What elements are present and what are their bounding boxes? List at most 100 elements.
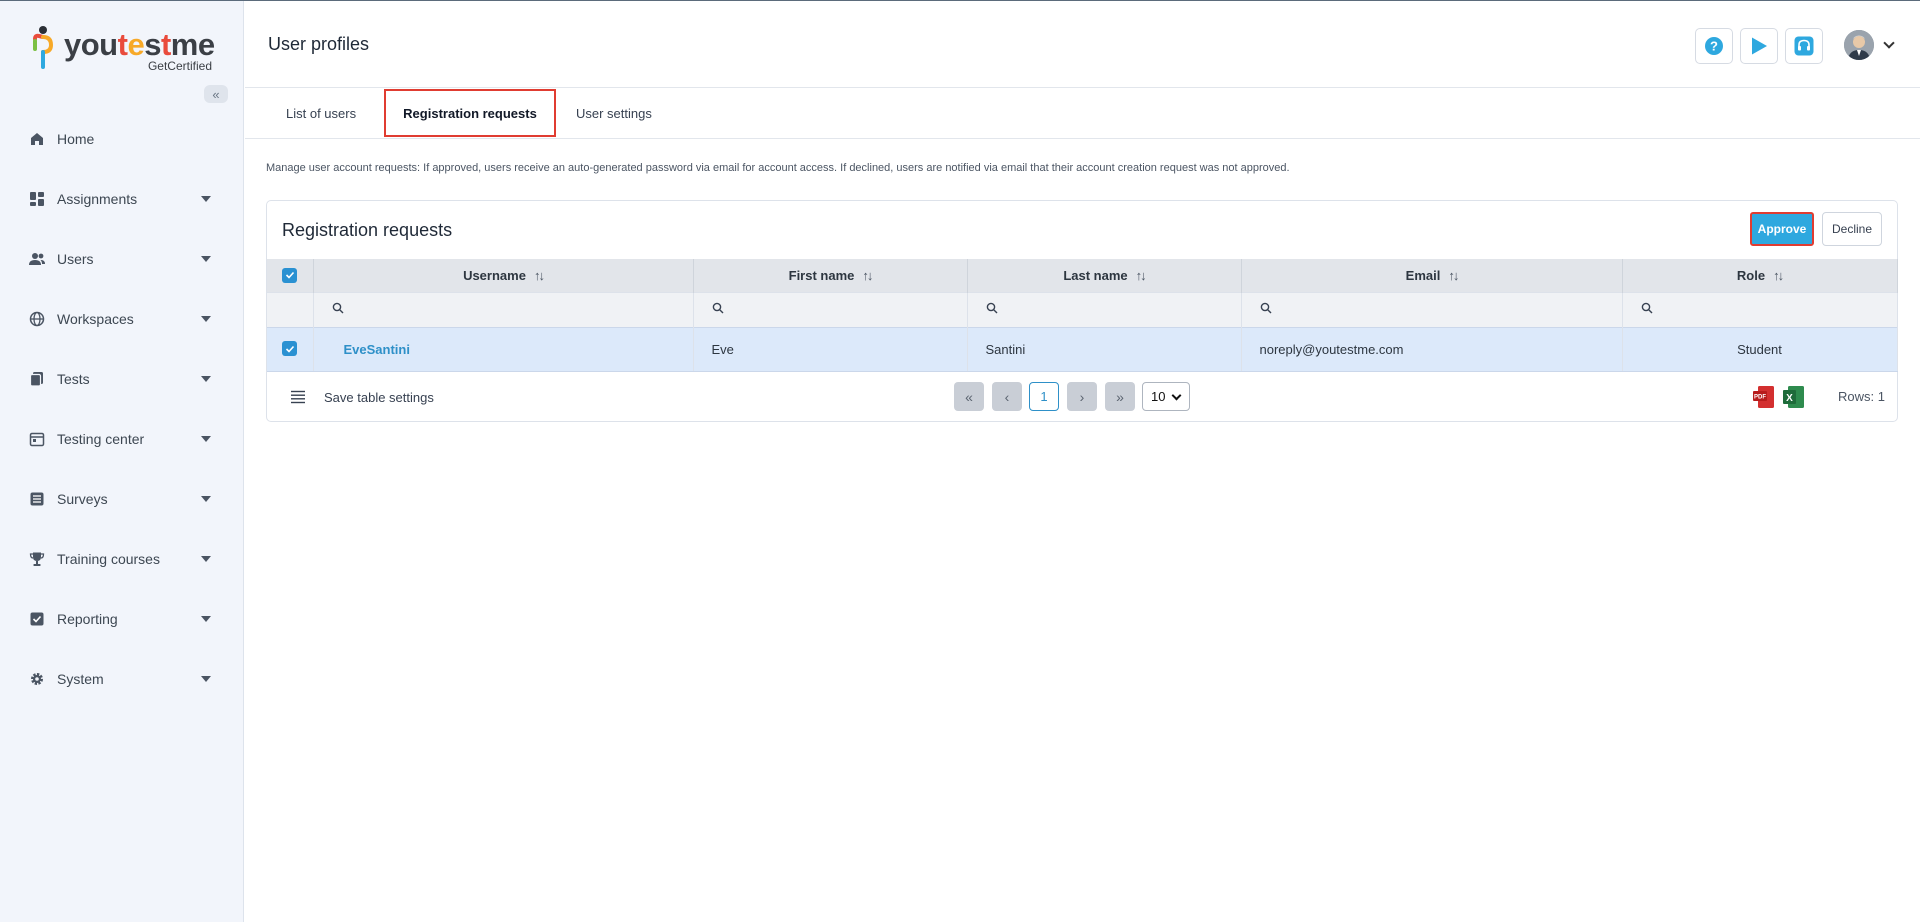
previous-page-button[interactable]: ‹ [992, 382, 1022, 411]
first-page-button[interactable]: « [954, 382, 984, 411]
sidebar-item-users[interactable]: Users [0, 229, 244, 289]
sort-icon[interactable]: ↑↓ [534, 268, 545, 283]
column-header-email[interactable]: Email ↑↓ [1241, 259, 1623, 292]
sidebar-item-assignments[interactable]: Assignments [0, 169, 244, 229]
chevron-down-icon [201, 556, 211, 562]
search-icon [332, 302, 343, 314]
double-chevron-left-icon: « [965, 388, 973, 405]
svg-text:?: ? [1710, 39, 1718, 54]
column-header-role[interactable]: Role ↑↓ [1622, 259, 1898, 292]
last-page-button[interactable]: » [1105, 382, 1135, 411]
sidebar-item-testing-center[interactable]: Testing center [0, 409, 244, 469]
sort-icon[interactable]: ↑↓ [862, 268, 873, 283]
gear-icon [29, 671, 45, 687]
filter-cell-empty [267, 291, 314, 327]
filter-row [267, 291, 1898, 327]
decline-button[interactable]: Decline [1822, 212, 1882, 246]
role-cell: Student [1622, 326, 1898, 372]
column-header-username[interactable]: Username ↑↓ [313, 259, 694, 292]
youtestme-logo[interactable]: youtestme GetCertified [32, 23, 215, 75]
sidebar-item-label: Workspaces [57, 311, 134, 327]
sidebar-item-surveys[interactable]: Surveys [0, 469, 244, 529]
tutorial-play-button[interactable] [1740, 28, 1778, 64]
first-name-cell: Eve [693, 326, 968, 372]
user-avatar[interactable] [1844, 30, 1874, 60]
registration-requests-table: Username ↑↓ First name ↑↓ Last name ↑↓ Emai… [267, 259, 1898, 372]
panel-title: Registration requests [282, 220, 453, 240]
svg-text:PDF: PDF [1754, 395, 1766, 401]
sidebar-item-label: System [57, 671, 104, 687]
sidebar-item-tests[interactable]: Tests [0, 349, 244, 409]
tab-registration-requests[interactable]: Registration requests [384, 89, 556, 137]
help-button[interactable]: ? [1695, 28, 1733, 64]
chevron-down-icon [201, 196, 211, 202]
username-link[interactable]: EveSantini [344, 342, 410, 357]
username-cell: EveSantini [313, 326, 694, 372]
sidebar: youtestme GetCertified « Home Assignment… [0, 1, 244, 922]
trophy-icon [29, 551, 45, 567]
rows-count: Rows: 1 [1838, 389, 1885, 404]
sidebar-item-label: Training courses [57, 551, 160, 567]
chevron-down-icon [201, 616, 211, 622]
row-select-cell [267, 326, 314, 372]
next-page-button[interactable]: › [1067, 382, 1097, 411]
page-title: User profiles [268, 34, 370, 54]
page-size-select[interactable]: 10 [1142, 382, 1190, 411]
chevron-down-icon [201, 376, 211, 382]
username-filter[interactable] [313, 291, 694, 327]
play-icon [1752, 37, 1767, 55]
sort-icon[interactable]: ↑↓ [1448, 268, 1459, 283]
logo-tagline: GetCertified [147, 59, 212, 73]
sidebar-item-system[interactable]: System [0, 649, 244, 709]
column-header-last-name[interactable]: Last name ↑↓ [967, 259, 1242, 292]
globe-icon [29, 311, 45, 327]
email-filter[interactable] [1241, 291, 1623, 327]
calendar-icon [29, 431, 45, 447]
support-button[interactable] [1785, 28, 1823, 64]
chevron-down-icon [201, 676, 211, 682]
double-chevron-right-icon: » [1116, 388, 1124, 405]
row-checkbox[interactable] [282, 341, 297, 357]
logo-wordmark: youtestme [64, 27, 215, 62]
registration-requests-panel: Registration requests Approve Decline Us… [266, 200, 1898, 422]
chevron-down-icon [1171, 390, 1182, 401]
headset-icon [1794, 36, 1814, 56]
sidebar-item-label: Tests [57, 371, 90, 387]
sidebar-item-home[interactable]: Home [0, 109, 244, 169]
report-icon [29, 611, 45, 627]
search-icon [1641, 302, 1652, 314]
page-number-button[interactable]: 1 [1029, 382, 1059, 411]
pdf-export-icon[interactable]: PDF [1753, 385, 1775, 409]
column-header-first-name[interactable]: First name ↑↓ [693, 259, 968, 292]
tab-list-of-users[interactable]: List of users [286, 88, 356, 139]
chevron-right-icon: › [1079, 388, 1085, 405]
chevron-down-icon[interactable] [1883, 37, 1895, 49]
logo-mark-icon [33, 26, 54, 69]
list-icon [29, 491, 45, 507]
tab-user-settings[interactable]: User settings [576, 88, 652, 139]
sort-icon[interactable]: ↑↓ [1136, 268, 1147, 283]
sidebar-item-label: Surveys [57, 491, 108, 507]
excel-export-icon[interactable]: X [1783, 385, 1805, 409]
sidebar-nav: Home Assignments Users Workspaces Tests … [0, 109, 244, 709]
sort-icon[interactable]: ↑↓ [1773, 268, 1784, 283]
sidebar-item-reporting[interactable]: Reporting [0, 589, 244, 649]
table-row[interactable]: EveSantini Eve Santini noreply@youtestme… [267, 326, 1898, 372]
collapse-sidebar-button[interactable]: « [204, 85, 228, 103]
table-header-row: Username ↑↓ First name ↑↓ Last name ↑↓ Emai… [267, 259, 1898, 292]
sidebar-item-label: Reporting [57, 611, 118, 627]
email-cell: noreply@youtestme.com [1241, 326, 1623, 372]
first-name-filter[interactable] [693, 291, 968, 327]
sidebar-item-training-courses[interactable]: Training courses [0, 529, 244, 589]
save-table-settings-button[interactable]: Save table settings [324, 390, 434, 405]
chevron-down-icon [201, 256, 211, 262]
help-icon: ? [1705, 37, 1723, 55]
sidebar-item-workspaces[interactable]: Workspaces [0, 289, 244, 349]
table-settings-icon[interactable] [291, 390, 305, 404]
last-name-filter[interactable] [967, 291, 1242, 327]
role-filter[interactable] [1622, 291, 1898, 327]
page-description: Manage user account requests: If approve… [266, 162, 1290, 174]
approve-button[interactable]: Approve [1750, 212, 1814, 246]
svg-text:X: X [1786, 393, 1793, 404]
select-all-checkbox[interactable] [282, 267, 298, 283]
